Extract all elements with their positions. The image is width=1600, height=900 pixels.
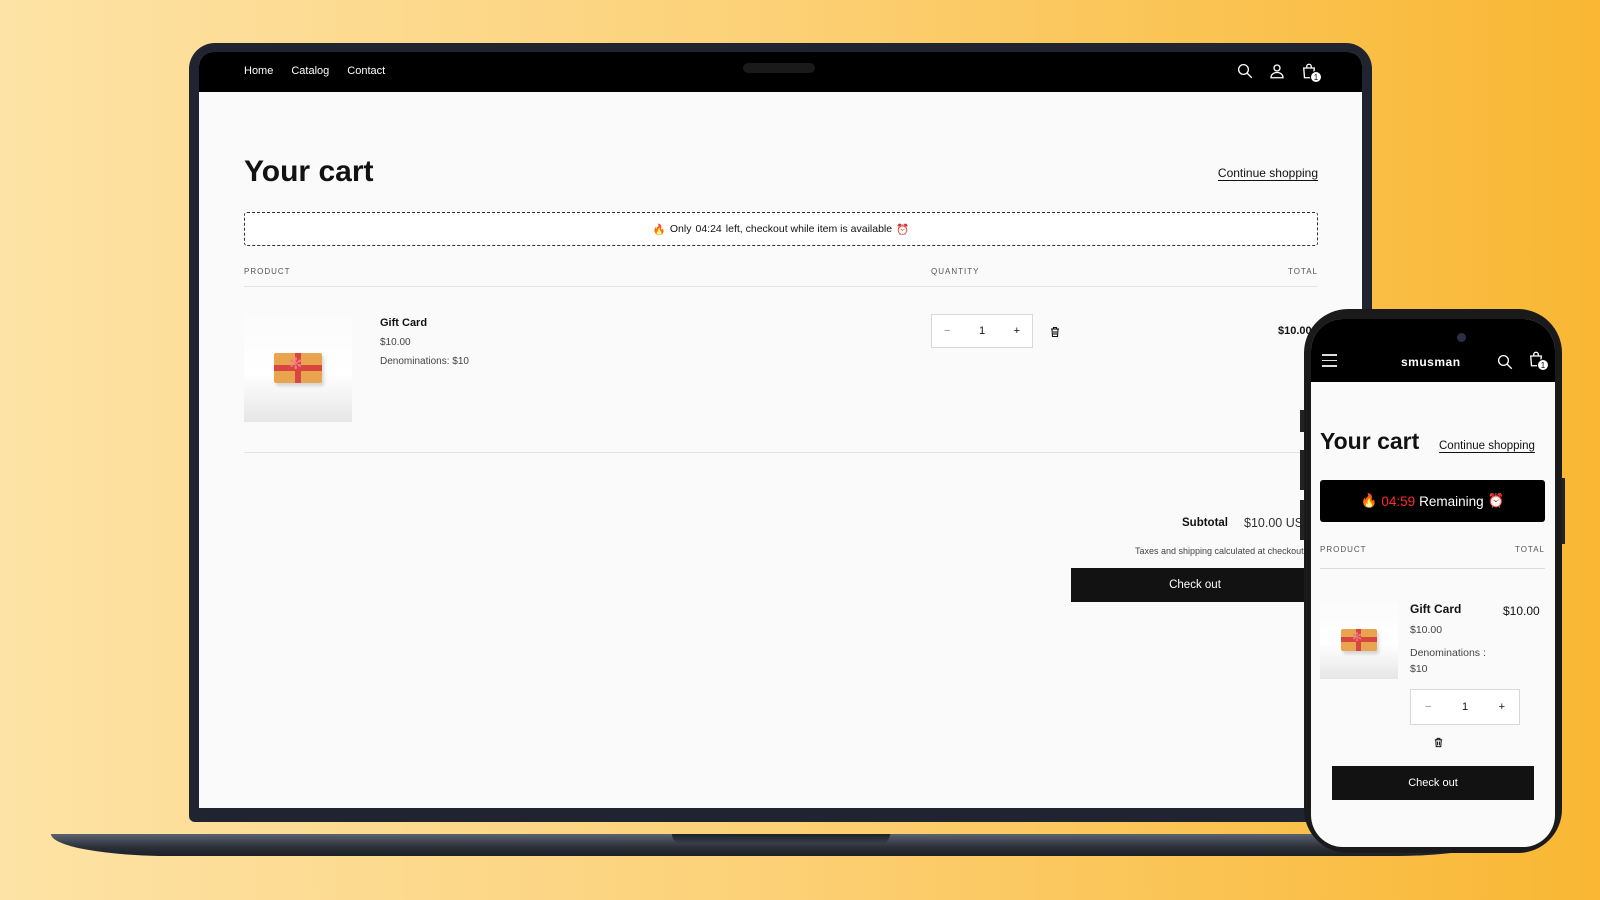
store-logo[interactable]: smusman [1401, 355, 1461, 369]
phone-power-button [1561, 478, 1565, 544]
product-denomination: Denominations : $10 [1410, 647, 1486, 675]
nav-home[interactable]: Home [244, 65, 273, 77]
subtotal-label: Subtotal [1182, 517, 1228, 529]
column-quantity: QUANTITY [931, 267, 980, 276]
fire-icon: 🔥 [652, 223, 666, 236]
page-title: Your cart [1320, 428, 1420, 454]
product-price: $10.00 [1410, 624, 1443, 636]
decrease-button[interactable]: − [944, 325, 950, 337]
search-icon[interactable] [1496, 353, 1514, 371]
trash-icon[interactable] [1433, 737, 1444, 748]
phone-volume-up [1300, 450, 1304, 490]
decrease-button[interactable]: − [1425, 701, 1431, 713]
search-icon[interactable] [1236, 62, 1254, 80]
countdown-banner: 🔥 Only 04:24 left, checkout while item i… [244, 212, 1318, 246]
column-total: TOTAL [1514, 545, 1545, 554]
alarm-clock-icon: ⏰ [1487, 493, 1505, 508]
product-image[interactable]: ✻ [244, 314, 352, 422]
quantity-stepper: − 1 + [931, 314, 1033, 348]
header-divider [1320, 568, 1545, 569]
tax-note: Taxes and shipping calculated at checkou… [1135, 546, 1304, 556]
continue-shopping-link[interactable]: Continue shopping [1439, 440, 1535, 452]
product-name[interactable]: Gift Card [1410, 602, 1461, 616]
phone-volume-down [1300, 500, 1304, 540]
laptop-notch [672, 834, 890, 844]
line-total: $10.00 [1503, 604, 1540, 618]
gift-box-icon: ✻ [274, 353, 322, 383]
cart-count-badge: 1 [1537, 359, 1549, 371]
mobile-header: smusman 1 [1311, 319, 1555, 382]
mobile-store-screen: smusman 1 Your cart Continue shopping 🔥 … [1311, 319, 1555, 847]
header-divider [244, 286, 1318, 287]
column-product: PRODUCT [244, 267, 291, 276]
store-header: Home Catalog Contact 1 [199, 52, 1362, 92]
laptop-camera [743, 63, 815, 73]
cart-button[interactable]: 1 [1300, 62, 1322, 83]
product-denomination: Denominations: $10 [380, 356, 469, 367]
page-title: Your cart [244, 155, 374, 188]
checkout-button[interactable]: Check out [1332, 766, 1534, 800]
product-price: $10.00 [380, 337, 411, 348]
increase-button[interactable]: + [1014, 325, 1020, 337]
items-divider [244, 452, 1318, 453]
quantity-value[interactable]: 1 [1462, 701, 1468, 713]
phone-side-button [1300, 410, 1304, 432]
countdown-pre: Only [669, 223, 692, 235]
product-image[interactable]: ✻ [1320, 601, 1398, 679]
checkout-button[interactable]: Check out [1071, 568, 1319, 602]
gift-box-icon: ✻ [1341, 629, 1377, 651]
alarm-clock-icon: ⏰ [896, 223, 910, 236]
nav-contact[interactable]: Contact [347, 65, 385, 77]
trash-icon[interactable] [1049, 326, 1061, 338]
header-icons: 1 [1236, 62, 1322, 83]
fire-icon: 🔥 [1360, 493, 1378, 508]
cart-button[interactable]: 1 [1527, 350, 1549, 371]
countdown-time: 04:59 [1381, 493, 1416, 509]
countdown-time: 04:24 [695, 223, 722, 235]
quantity-stepper: − 1 + [1410, 689, 1520, 725]
countdown-post: left, checkout while item is available [725, 223, 893, 235]
column-product: PRODUCT [1320, 545, 1367, 554]
column-total: TOTAL [1287, 267, 1318, 276]
increase-button[interactable]: + [1499, 701, 1505, 713]
nav-catalog[interactable]: Catalog [291, 65, 329, 77]
account-icon[interactable] [1268, 62, 1286, 80]
countdown-banner: 🔥 04:59 Remaining ⏰ [1320, 480, 1545, 522]
continue-shopping-link[interactable]: Continue shopping [1218, 166, 1318, 180]
desktop-store-screen: Home Catalog Contact 1 Your cart Continu… [199, 52, 1362, 808]
phone-camera [1457, 333, 1466, 342]
cart-count-badge: 1 [1310, 71, 1322, 83]
main-nav: Home Catalog Contact [244, 65, 385, 77]
quantity-value[interactable]: 1 [979, 325, 985, 337]
product-name[interactable]: Gift Card [380, 317, 427, 329]
hamburger-menu-icon[interactable] [1322, 354, 1337, 371]
countdown-label: Remaining [1419, 493, 1484, 509]
